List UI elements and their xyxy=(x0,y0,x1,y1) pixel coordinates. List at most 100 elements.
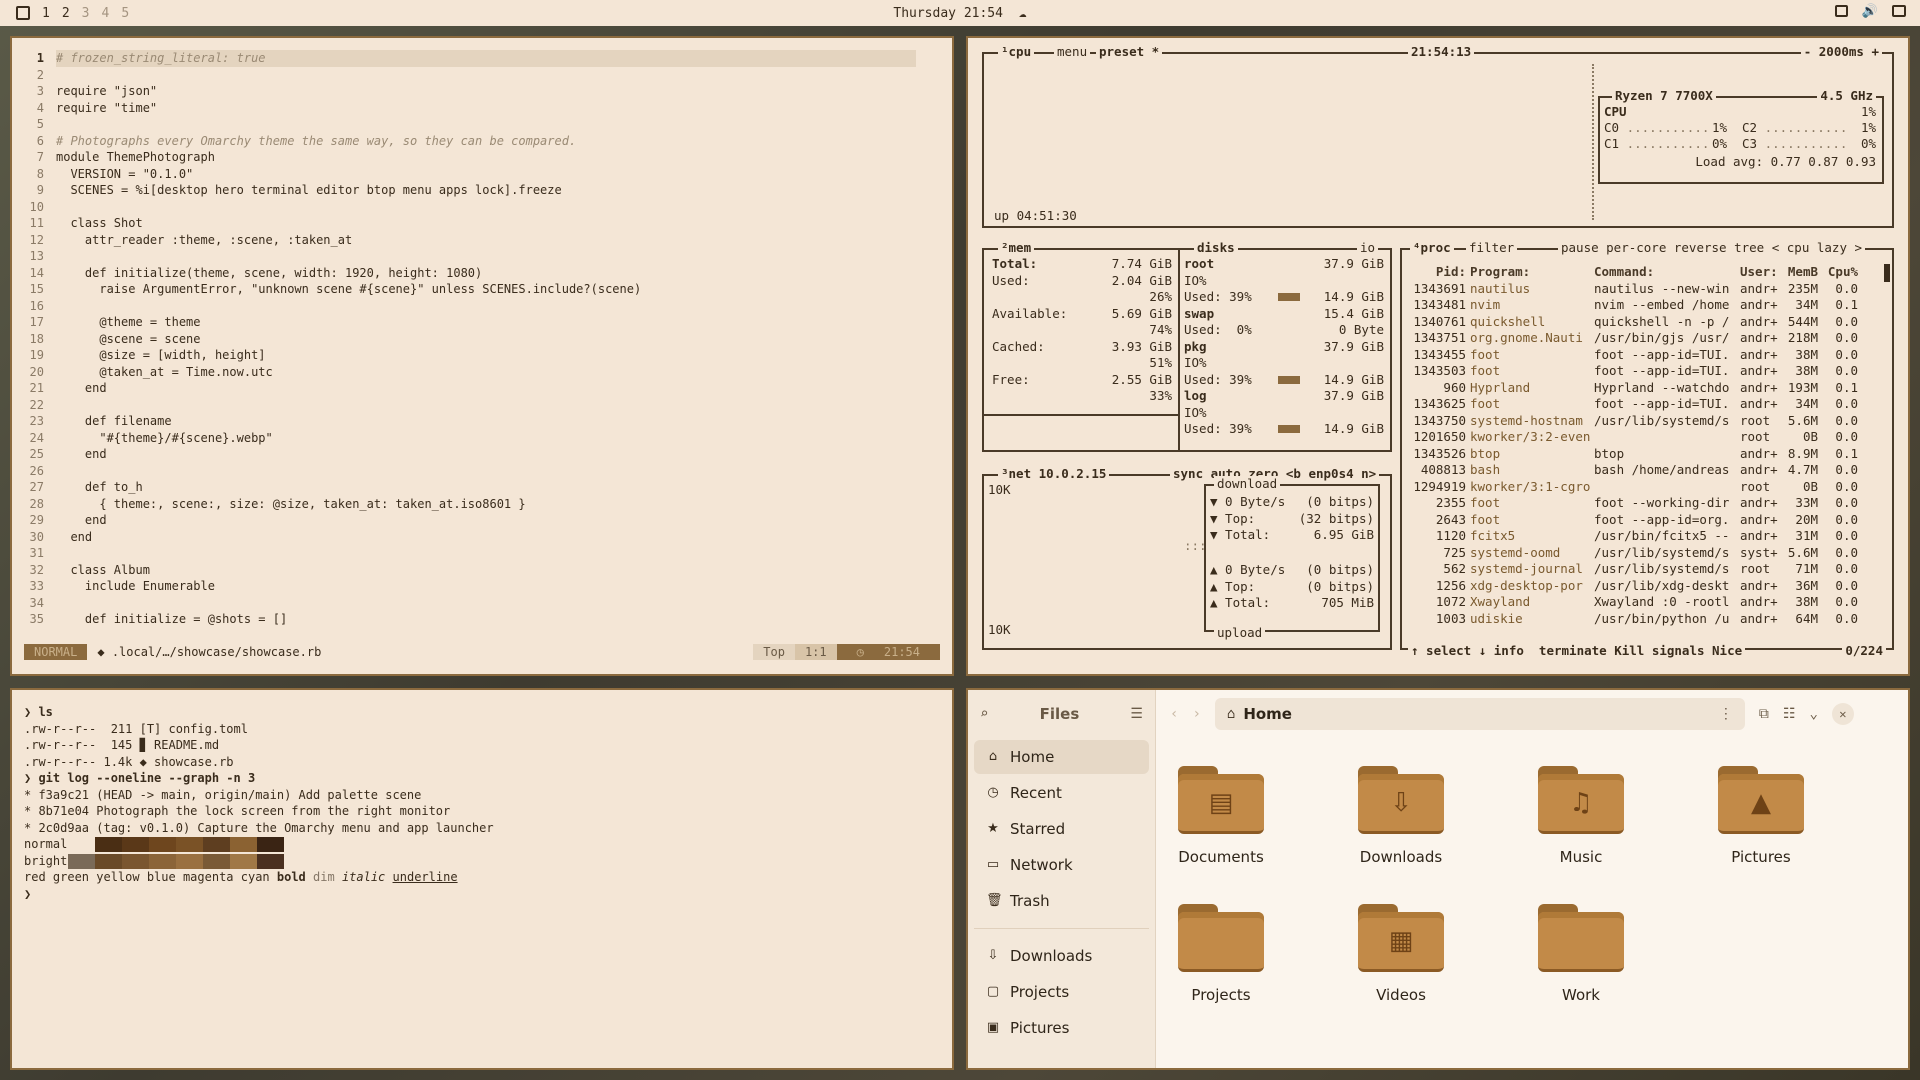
sidebar-item-recent[interactable]: ◷ Recent xyxy=(974,776,1149,810)
proc-row[interactable]: 1294919 kworker/3:1-cgro root 0B 0.0 xyxy=(1412,479,1862,496)
cpu-menu[interactable]: menu xyxy=(1054,44,1091,59)
net-box-title[interactable]: ³net 10.0.2.15 xyxy=(998,466,1110,481)
proc-header-cell[interactable]: User: xyxy=(1740,264,1784,281)
code-line[interactable]: 24 "#{theme}/#{scene}.webp" xyxy=(12,430,952,447)
mem-box-title[interactable]: ²mem xyxy=(998,240,1035,255)
proc-row[interactable]: 1343481 nvim nvim --embed /home andr+ 34M 0.1 xyxy=(1412,297,1862,314)
view-list-icon[interactable]: ☷ xyxy=(1783,706,1796,722)
code-line[interactable]: 25 end xyxy=(12,446,952,463)
code-line[interactable]: 14 def initialize(theme, scene, width: 1… xyxy=(12,265,952,282)
proc-row[interactable]: 1343691 nautilus nautilus --new-win andr+ 23… xyxy=(1412,281,1862,298)
code-line[interactable]: 2 xyxy=(12,67,952,84)
code-line[interactable]: 23 def filename xyxy=(12,413,952,430)
code-line[interactable]: 4 require "time" xyxy=(12,100,952,117)
workspace-4[interactable]: 4 xyxy=(101,6,109,21)
code-line[interactable]: 15 raise ArgumentError, "unknown scene #… xyxy=(12,281,952,298)
prompt[interactable]: ❯ xyxy=(24,886,494,903)
proc-row[interactable]: 562 systemd-journal/usr/lib/systemd/s root… xyxy=(1412,561,1862,578)
code-line[interactable]: 7 module ThemePhotograph xyxy=(12,149,952,166)
proc-row[interactable]: 1340761 quickshell quickshell -n -p / andr+… xyxy=(1412,314,1862,331)
proc-row[interactable]: 1343503 foot foot --app-id=TUI. andr+ 38M 0.0 xyxy=(1412,363,1862,380)
code-line[interactable]: 28 { theme:, scene:, size: @size, taken_… xyxy=(12,496,952,513)
proc-row[interactable]: 960 Hyprland Hyprland --watchdo andr+ 193M 0.… xyxy=(1412,380,1862,397)
code-line[interactable]: 35 def initialize = @shots = [] xyxy=(12,611,952,628)
hamburger-menu-icon[interactable]: ☰ xyxy=(1130,706,1143,722)
process-table[interactable]: Pid: Program: Command: User: MemB Cpu% 1343691… xyxy=(1412,264,1862,627)
proc-scrollbar[interactable] xyxy=(1884,264,1890,282)
proc-header-cell[interactable]: Pid: xyxy=(1412,264,1470,281)
bookmark-downloads[interactable]: ⇩ Downloads xyxy=(974,939,1149,973)
proc-row[interactable]: 725 systemd-oomd/usr/lib/systemd/s syst+ 5.… xyxy=(1412,545,1862,562)
code-line[interactable]: 5 xyxy=(12,116,952,133)
proc-row[interactable]: 1120 fcitx5/usr/bin/fcitx5 -- andr+ 31M 0.0 xyxy=(1412,528,1862,545)
disk-name[interactable]: log xyxy=(1184,388,1207,405)
proc-header-cell[interactable]: Cpu% xyxy=(1822,264,1862,281)
code-line[interactable]: 32 class Album xyxy=(12,562,952,579)
proc-row[interactable]: 1256 xdg-desktop-por/usr/lib/xdg-deskt and… xyxy=(1412,578,1862,595)
code-line[interactable]: 8 VERSION = "0.1.0" xyxy=(12,166,952,183)
proc-row[interactable]: 1201650 kworker/3:2-even root 0B 0.0 xyxy=(1412,429,1862,446)
screen-record-icon[interactable] xyxy=(1834,5,1848,17)
proc-row[interactable]: 1343751 org.gnome.Nauti/usr/bin/gjs /usr/… xyxy=(1412,330,1862,347)
forward-icon[interactable]: › xyxy=(1192,706,1200,722)
code-line[interactable]: 34 xyxy=(12,595,952,612)
proc-row[interactable]: 408813 bash bash /home/andreas andr+ 4.7M 0.0 xyxy=(1412,462,1862,479)
proc-header-cell[interactable]: MemB xyxy=(1784,264,1822,281)
code-line[interactable]: 10 xyxy=(12,199,952,216)
code-area[interactable]: 1 # frozen_string_literal: true 2 3 require … xyxy=(12,50,952,628)
folder-documents[interactable]: ▤ Documents xyxy=(1156,766,1286,866)
proc-row[interactable]: 1003 udiskie/usr/bin/python /u andr+ 64M 0.0 xyxy=(1412,611,1862,628)
proc-row[interactable]: 1072 Xwayland Xwayland :0 -rootl andr+ 38M 0.… xyxy=(1412,594,1862,611)
proc-row[interactable]: 1343625 foot foot --app-id=TUI. andr+ 34M 0.0 xyxy=(1412,396,1862,413)
proc-options[interactable]: pause per-core reverse tree < cpu lazy > xyxy=(1558,240,1866,255)
code-line[interactable]: 27 def to_h xyxy=(12,479,952,496)
proc-footer[interactable]: ↑ select ↓ info terminate Kill signals N… xyxy=(1408,643,1746,658)
code-line[interactable]: 22 xyxy=(12,397,952,414)
code-line[interactable]: 30 end xyxy=(12,529,952,546)
code-line[interactable]: 6 # Photographs every Omarchy theme the s… xyxy=(12,133,952,150)
workspace-5[interactable]: 5 xyxy=(121,6,129,21)
proc-row[interactable]: 2355 foot foot --working-dir andr+ 33M 0.0 xyxy=(1412,495,1862,512)
view-options-chevron-icon[interactable]: ⌄ xyxy=(1809,706,1817,722)
close-icon[interactable]: ✕ xyxy=(1831,703,1854,725)
bookmark-projects[interactable]: ▢ Projects xyxy=(974,975,1149,1009)
code-line[interactable]: 13 xyxy=(12,248,952,265)
folder-videos[interactable]: ▦ Videos xyxy=(1336,904,1466,1004)
editor-window[interactable]: 1 # frozen_string_literal: true 2 3 require … xyxy=(10,36,954,676)
disks-box-title[interactable]: disks xyxy=(1194,240,1238,255)
proc-box-title[interactable]: ⁴proc xyxy=(1410,240,1454,255)
path-options-icon[interactable]: ⋮ xyxy=(1719,706,1733,722)
code-line[interactable]: 33 include Enumerable xyxy=(12,578,952,595)
folder-projects[interactable]: Projects xyxy=(1156,904,1286,1004)
code-line[interactable]: 21 end xyxy=(12,380,952,397)
folder-work[interactable]: Work xyxy=(1516,904,1646,1004)
sidebar-item-starred[interactable]: ★ Starred xyxy=(974,812,1149,846)
clock[interactable]: Thursday 21:54 xyxy=(893,6,1003,21)
proc-filter[interactable]: filter xyxy=(1466,240,1518,255)
workspace-2[interactable]: 2 xyxy=(62,6,70,21)
code-line[interactable]: 11 class Shot xyxy=(12,215,952,232)
folder-pictures[interactable]: ▲ Pictures xyxy=(1696,766,1826,866)
code-line[interactable]: 9 SCENES = %i[desktop hero terminal edit… xyxy=(12,182,952,199)
cpu-box-title[interactable]: ¹cpu xyxy=(998,44,1035,59)
volume-icon[interactable]: 🔊 xyxy=(1862,5,1878,19)
folder-downloads[interactable]: ⇩ Downloads xyxy=(1336,766,1466,866)
cpu-preset[interactable]: preset * xyxy=(1096,44,1163,59)
code-line[interactable]: 20 @taken_at = Time.now.utc xyxy=(12,364,952,381)
code-line[interactable]: 26 xyxy=(12,463,952,480)
code-line[interactable]: 16 xyxy=(12,298,952,315)
code-line[interactable]: 31 xyxy=(12,545,952,562)
bookmark-pictures[interactable]: ▣ Pictures xyxy=(974,1011,1149,1045)
sidebar-item-trash[interactable]: 🗑 Trash xyxy=(974,884,1149,918)
new-tab-icon[interactable]: ⧉ xyxy=(1759,706,1769,722)
terminal-window[interactable]: ❯ ls .rw-r--r-- 211 [T] config.toml .rw-r-… xyxy=(10,688,954,1070)
code-line[interactable]: 12 attr_reader :theme, :scene, :taken_at xyxy=(12,232,952,249)
workspace-3[interactable]: 3 xyxy=(82,6,90,21)
sidebar-item-network[interactable]: ▭ Network xyxy=(974,848,1149,882)
io-toggle[interactable]: io xyxy=(1356,240,1378,255)
code-line[interactable]: 29 end xyxy=(12,512,952,529)
disk-name[interactable]: pkg xyxy=(1184,339,1207,356)
proc-row[interactable]: 2643 foot foot --app-id=org. andr+ 20M 0.0 xyxy=(1412,512,1862,529)
update-interval[interactable]: - 2000ms + xyxy=(1800,44,1882,59)
proc-row[interactable]: 1343526 btop btop andr+ 8.9M 0.1 xyxy=(1412,446,1862,463)
